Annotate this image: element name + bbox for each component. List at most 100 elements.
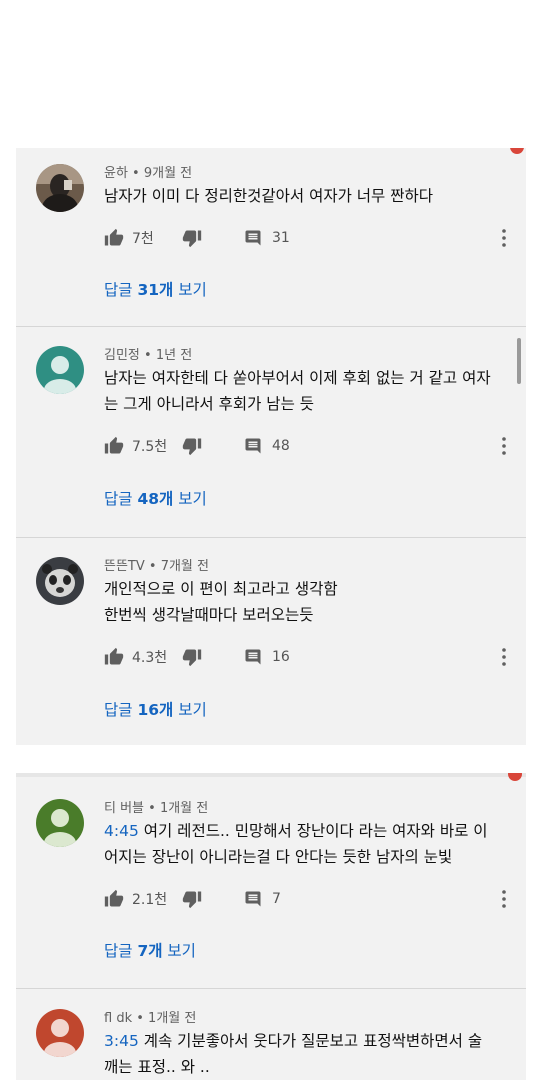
meta-separator: • <box>127 166 144 181</box>
reply-button[interactable]: 48 <box>244 434 290 458</box>
more-vert-icon <box>502 890 506 908</box>
comment-line: 어지는 장난이 아니라는걸 다 안다는 듯한 남자의 눈빛 <box>104 848 453 866</box>
view-replies-prefix: 답글 <box>104 701 138 719</box>
view-replies-link[interactable]: 답글 7개 보기 <box>104 939 196 961</box>
comment-line: 개인적으로 이 편이 최고라고 생각함 <box>104 580 338 598</box>
meta-separator: • <box>139 348 156 363</box>
more-options-button[interactable] <box>498 434 510 458</box>
view-replies-suffix: 보기 <box>173 701 207 719</box>
meta-separator: • <box>132 1011 149 1026</box>
view-replies-prefix: 답글 <box>104 942 138 960</box>
thumb-down-icon <box>182 891 202 909</box>
comment-meta: 뜬뜬TV • 7개월 전 <box>104 555 209 574</box>
comment-icon <box>245 230 261 246</box>
comment-item: 김민정 • 1년 전 남자는 여자한테 다 쏟아부어서 이제 후회 없는 거 같… <box>16 327 526 537</box>
comment-time: 9개월 전 <box>143 166 193 181</box>
dislike-button[interactable] <box>182 226 202 250</box>
like-count: 2.1천 <box>132 892 168 908</box>
timestamp-link[interactable]: 4:45 <box>104 822 139 840</box>
more-vert-icon <box>502 648 506 666</box>
more-vert-icon <box>502 437 506 455</box>
comment-text: 개인적으로 이 편이 최고라고 생각함 한번씩 생각날때마다 보러오는듯 <box>104 576 504 628</box>
more-options-button[interactable] <box>498 226 510 250</box>
comments-panel-top: 윤하 • 9개월 전 남자가 이미 다 정리한것같아서 여자가 너무 짠하다 7… <box>16 148 526 745</box>
avatar-default[interactable] <box>36 799 84 847</box>
author-name[interactable]: 윤하 <box>104 166 128 181</box>
reply-button[interactable]: 7 <box>244 887 281 911</box>
comment-meta: 티 버블 • 1개월 전 <box>104 797 208 816</box>
view-replies-suffix: 보기 <box>162 942 196 960</box>
comment-time: 7개월 전 <box>160 559 209 574</box>
comment-icon <box>245 438 261 454</box>
view-replies-suffix: 보기 <box>173 490 207 508</box>
dislike-button[interactable] <box>182 887 202 911</box>
avatar-photo[interactable] <box>36 557 84 605</box>
scrollbar-thumb[interactable] <box>517 338 521 384</box>
comment-line: 남자는 여자한테 다 쏟아부어서 이제 후회 없는 거 같고 여자 <box>104 369 491 387</box>
comment-line: 4:45 여기 레전드.. 민망해서 장난이다 라는 여자와 바로 이 <box>104 818 514 844</box>
comment-meta: fl dk • 1개월 전 <box>104 1007 196 1026</box>
view-replies-count: 7개 <box>137 942 163 960</box>
dislike-button[interactable] <box>182 645 202 669</box>
meta-separator: • <box>144 559 161 574</box>
dislike-button[interactable] <box>182 434 202 458</box>
comment-line-text: 여기 레전드.. 민망해서 장난이다 라는 여자와 바로 이 <box>138 822 488 840</box>
more-vert-icon <box>502 229 506 247</box>
comment-line: 3:45 계속 기분좋아서 웃다가 질문보고 표정싹변하면서 술 <box>104 1028 514 1054</box>
comments-panel-bottom: 티 버블 • 1개월 전 4:45 여기 레전드.. 민망해서 장난이다 라는 … <box>16 773 526 1080</box>
more-options-button[interactable] <box>498 887 510 911</box>
view-replies-suffix: 보기 <box>173 281 207 299</box>
reply-button[interactable]: 31 <box>244 226 290 250</box>
like-button[interactable]: 2.1천 <box>104 887 167 911</box>
author-name[interactable]: fl dk <box>104 1011 132 1026</box>
thumb-up-icon <box>104 228 124 246</box>
reply-count: 7 <box>272 891 281 907</box>
thumb-up-icon <box>104 436 124 454</box>
comment-text: 남자가 이미 다 정리한것같아서 여자가 너무 짠하다 <box>104 183 504 209</box>
view-replies-link[interactable]: 답글 16개 보기 <box>104 698 207 720</box>
reply-button[interactable]: 16 <box>244 645 290 669</box>
comment-icon <box>245 649 261 665</box>
view-replies-count: 48개 <box>137 490 174 508</box>
comment-meta: 김민정 • 1년 전 <box>104 344 192 363</box>
thumb-down-icon <box>182 230 202 248</box>
comment-line: 는 그게 아니라서 후회가 남는 듯 <box>104 395 315 413</box>
thumb-down-icon <box>182 649 202 667</box>
thumb-down-icon <box>182 438 202 456</box>
like-button[interactable]: 7천 <box>104 226 154 250</box>
view-replies-prefix: 답글 <box>104 490 138 508</box>
like-button[interactable]: 7.5천 <box>104 434 167 458</box>
more-options-button[interactable] <box>498 645 510 669</box>
comment-time: 1년 전 <box>155 348 193 363</box>
timestamp-link[interactable]: 3:45 <box>104 1032 139 1050</box>
meta-separator: • <box>144 801 160 816</box>
like-count: 4.3천 <box>132 650 168 666</box>
comment-actions: 4.3천 16 <box>104 645 514 669</box>
author-name[interactable]: 티 버블 <box>104 801 144 816</box>
comment-item: 티 버블 • 1개월 전 4:45 여기 레전드.. 민망해서 장난이다 라는 … <box>16 773 526 988</box>
comment-text: 남자는 여자한테 다 쏟아부어서 이제 후회 없는 거 같고 여자 는 그게 아… <box>104 365 514 417</box>
comment-icon <box>245 891 261 907</box>
comment-line: 한번씩 생각날때마다 보러오는듯 <box>104 606 314 624</box>
view-replies-link[interactable]: 답글 31개 보기 <box>104 278 207 300</box>
avatar-default[interactable] <box>36 1009 84 1057</box>
author-name[interactable]: 뜬뜬TV <box>104 559 145 574</box>
reply-count: 31 <box>272 230 290 246</box>
avatar-photo[interactable] <box>36 164 84 212</box>
like-button[interactable]: 4.3천 <box>104 645 167 669</box>
comment-meta: 윤하 • 9개월 전 <box>104 162 192 181</box>
avatar-default[interactable] <box>36 346 84 394</box>
like-count: 7천 <box>132 231 154 247</box>
comment-text: 4:45 여기 레전드.. 민망해서 장난이다 라는 여자와 바로 이 어지는 … <box>104 818 514 870</box>
thumb-up-icon <box>104 647 124 665</box>
comment-time: 1개월 전 <box>159 801 209 816</box>
author-name[interactable]: 김민정 <box>104 348 140 363</box>
comment-line: 깨는 표정.. 와 .. <box>104 1058 210 1076</box>
like-count: 7.5천 <box>132 439 168 455</box>
view-replies-link[interactable]: 답글 48개 보기 <box>104 487 207 509</box>
comment-line-text: 계속 기분좋아서 웃다가 질문보고 표정싹변하면서 술 <box>138 1032 483 1050</box>
comment-actions: 7.5천 48 <box>104 434 514 458</box>
comment-actions: 7천 31 <box>104 226 514 250</box>
comment-actions: 2.1천 7 <box>104 887 514 911</box>
view-replies-count: 16개 <box>137 701 174 719</box>
